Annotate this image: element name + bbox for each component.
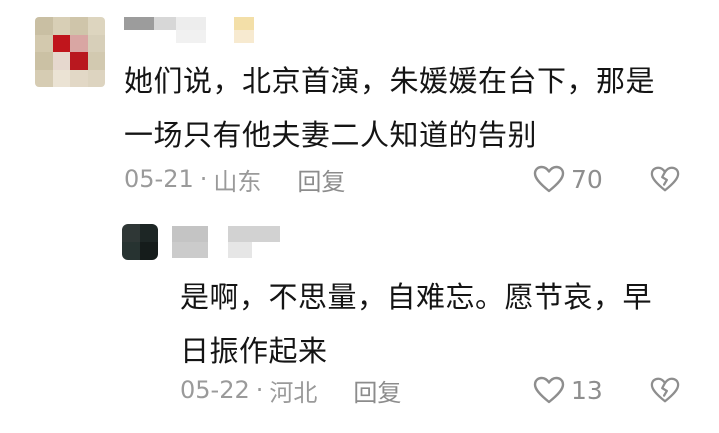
comment-line: 日振作起来 <box>180 334 328 368</box>
broken-heart-icon <box>650 376 680 404</box>
comment-line: 她们说，北京首演，朱媛媛在台下，那是 <box>124 64 656 98</box>
comment-date: 05-21 <box>124 165 194 193</box>
reply-username-redacted[interactable] <box>172 226 280 258</box>
username-redacted[interactable] <box>124 17 264 43</box>
avatar[interactable] <box>35 17 105 87</box>
broken-heart-icon <box>650 165 680 193</box>
reply-button[interactable]: 回复 <box>353 373 401 408</box>
comment-text: 她们说，北京首演，朱媛媛在台下，那是 一场只有他夫妻二人知道的告别 <box>124 54 655 162</box>
meta-separator: · <box>199 165 208 193</box>
comment-meta: 05-21 · 山东 回复 <box>124 162 345 197</box>
dislike-button[interactable] <box>650 165 680 193</box>
like-button[interactable]: 70 <box>533 163 603 195</box>
comment-thread: 她们说，北京首演，朱媛媛在台下，那是 一场只有他夫妻二人知道的告别 05-21 … <box>0 0 719 433</box>
reply-text: 是啊，不思量，自难忘。愿节哀，早 日振作起来 <box>180 270 652 378</box>
reply-avatar[interactable] <box>122 224 158 260</box>
meta-separator: · <box>255 376 264 404</box>
like-count: 70 <box>571 164 603 194</box>
reply-meta: 05-22 · 河北 回复 <box>180 373 401 408</box>
comment-line: 是啊，不思量，自难忘。愿节哀，早 <box>180 280 653 314</box>
dislike-button[interactable] <box>650 376 680 404</box>
comment-location: 山东 <box>213 167 262 196</box>
like-button[interactable]: 13 <box>533 374 603 406</box>
reply-button[interactable]: 回复 <box>297 162 345 197</box>
comment-location: 河北 <box>269 378 318 407</box>
like-count: 13 <box>571 375 603 405</box>
comment-date: 05-22 <box>180 376 250 404</box>
comment-line: 一场只有他夫妻二人知道的告别 <box>124 118 538 152</box>
heart-outline-icon <box>533 165 565 193</box>
heart-outline-icon <box>533 376 565 404</box>
